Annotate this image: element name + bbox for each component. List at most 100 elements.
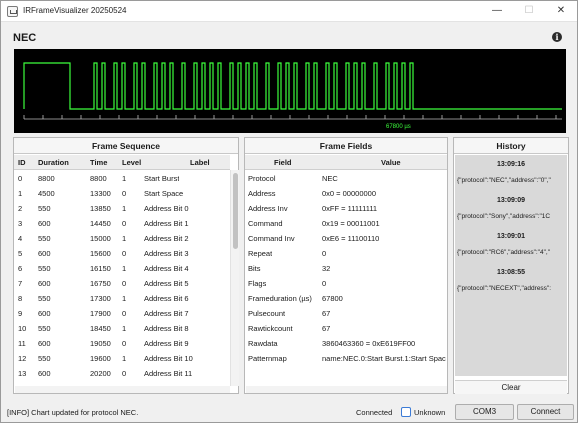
field-name: Rawtickcount [248, 324, 293, 333]
table-row[interactable]: 0 8800 8800 1 Start Burst [14, 171, 230, 186]
table-row[interactable]: Repeat 0 [245, 246, 447, 261]
table-cell: 4 [18, 234, 23, 243]
table-cell: 600 [38, 339, 51, 348]
table-cell: 550 [38, 204, 51, 213]
table-cell: Address Bit 10 [144, 354, 193, 363]
field-name: Command Inv [248, 234, 295, 243]
col-id[interactable]: ID [18, 155, 26, 170]
table-row[interactable]: 8 550 17300 1 Address Bit 6 [14, 291, 230, 306]
table-row[interactable]: Pulsecount 67 [245, 306, 447, 321]
table-cell: 1 [122, 264, 127, 273]
table-row[interactable]: 4 550 15000 1 Address Bit 2 [14, 231, 230, 246]
minimize-button[interactable]: — [481, 1, 513, 22]
table-row[interactable]: 9 600 17900 0 Address Bit 7 [14, 306, 230, 321]
table-row[interactable]: Address 0x0 = 00000000 [245, 186, 447, 201]
close-button[interactable]: ✕ [545, 1, 577, 22]
unknown-checkbox[interactable] [401, 407, 411, 417]
history-entry[interactable]: {"protocol":"RC6","address":"4"," [455, 246, 567, 260]
table-cell: Address Bit 11 [144, 369, 193, 378]
table-cell: 4500 [38, 189, 55, 198]
table-row[interactable]: 11 600 19050 0 Address Bit 9 [14, 336, 230, 351]
waveform-trace [23, 62, 562, 110]
history-time[interactable]: 13:09:09 [455, 194, 567, 208]
history-title: History [454, 138, 568, 154]
table-cell: 1 [122, 324, 127, 333]
table-row[interactable]: 5 600 15600 0 Address Bit 3 [14, 246, 230, 261]
table-row[interactable]: 13 600 20200 0 Address Bit 11 [14, 366, 230, 381]
table-cell: Start Burst [144, 174, 180, 183]
table-cell: 19600 [90, 354, 111, 363]
frame-fields-header: Field Value [245, 155, 447, 170]
window-title: IRFrameVisualizer 20250524 [23, 6, 127, 15]
table-row[interactable]: 3 600 14450 0 Address Bit 1 [14, 216, 230, 231]
table-cell: 9 [18, 309, 23, 318]
scroll-thumb[interactable] [233, 173, 238, 249]
table-cell: Start Space [144, 189, 184, 198]
table-cell: 0 [122, 219, 127, 228]
col-duration[interactable]: Duration [38, 155, 69, 170]
table-row[interactable]: Command 0x19 = 00011001 [245, 216, 447, 231]
table-cell: 0 [122, 249, 127, 258]
field-value: 0 [322, 249, 327, 258]
table-cell: 16750 [90, 279, 111, 288]
col-field[interactable]: Field [274, 155, 292, 170]
frame-fields-title: Frame Fields [245, 138, 447, 154]
field-name: Pulsecount [248, 309, 286, 318]
table-row[interactable]: 7 600 16750 0 Address Bit 5 [14, 276, 230, 291]
table-row[interactable]: Bits 32 [245, 261, 447, 276]
table-row[interactable]: Frameduration (µs) 67800 [245, 291, 447, 306]
table-cell: 11 [18, 339, 26, 348]
table-row[interactable]: Patternmap name:NEC.0:Start Burst.1:Start… [245, 351, 447, 366]
info-icon[interactable]: i [552, 32, 562, 42]
field-value: 3860463360 = 0xE619FF00 [322, 339, 416, 348]
frame-fields-hscroll[interactable] [246, 386, 447, 393]
field-name: Command [248, 219, 283, 228]
maximize-button[interactable]: ☐ [513, 1, 545, 22]
history-time[interactable]: 13:09:01 [455, 230, 567, 244]
table-cell: 14450 [90, 219, 111, 228]
table-cell: 1 [18, 189, 23, 198]
table-cell: 8800 [38, 174, 55, 183]
table-row[interactable]: Rawtickcount 67 [245, 321, 447, 336]
table-cell: Address Bit 9 [144, 339, 189, 348]
connect-button[interactable]: Connect [517, 404, 574, 420]
field-value: 67 [322, 309, 331, 318]
history-list: 13:09:16 {"protocol":"NEC","address":"0",… [455, 155, 567, 376]
col-label[interactable]: Label [190, 155, 210, 170]
col-level[interactable]: Level [122, 155, 141, 170]
table-cell: 15000 [90, 234, 111, 243]
history-time[interactable]: 13:08:55 [455, 266, 567, 280]
table-cell: 17900 [90, 309, 111, 318]
protocol-header: NEC i [2, 23, 577, 47]
com-port-button[interactable]: COM3 [455, 404, 514, 420]
frame-sequence-hscroll[interactable] [15, 386, 230, 393]
history-panel: History 13:09:16 {"protocol":"NEC","addre… [453, 137, 569, 394]
table-row[interactable]: 10 550 18450 1 Address Bit 8 [14, 321, 230, 336]
field-name: Address Inv [248, 204, 288, 213]
history-entry[interactable]: {"protocol":"NECEXT","address": [455, 282, 567, 296]
history-entry[interactable]: {"protocol":"Sony","address":"1C [455, 210, 567, 224]
clear-button[interactable]: Clear [455, 380, 567, 394]
col-value[interactable]: Value [381, 155, 401, 170]
table-cell: 550 [38, 324, 51, 333]
table-row[interactable]: Command Inv 0xE6 = 11100110 [245, 231, 447, 246]
table-row[interactable]: 12 550 19600 1 Address Bit 10 [14, 351, 230, 366]
app-icon [7, 6, 18, 17]
table-row[interactable]: Protocol NEC [245, 171, 447, 186]
table-cell: 8 [18, 294, 23, 303]
history-time[interactable]: 13:09:16 [455, 158, 567, 172]
table-row[interactable]: 2 550 13850 1 Address Bit 0 [14, 201, 230, 216]
table-row[interactable]: Flags 0 [245, 276, 447, 291]
table-row[interactable]: 6 550 16150 1 Address Bit 4 [14, 261, 230, 276]
history-entry[interactable]: {"protocol":"NEC","address":"0"," [455, 174, 567, 188]
table-row[interactable]: Address Inv 0xFF = 11111111 [245, 201, 447, 216]
table-cell: 6 [18, 264, 23, 273]
field-name: Flags [248, 279, 267, 288]
frame-sequence-scrollbar[interactable] [230, 170, 239, 386]
table-row[interactable]: 1 4500 13300 0 Start Space [14, 186, 230, 201]
table-cell: 600 [38, 369, 51, 378]
col-time[interactable]: Time [90, 155, 107, 170]
field-value: NEC [322, 174, 338, 183]
table-row[interactable]: Rawdata 3860463360 = 0xE619FF00 [245, 336, 447, 351]
table-cell: 550 [38, 264, 51, 273]
